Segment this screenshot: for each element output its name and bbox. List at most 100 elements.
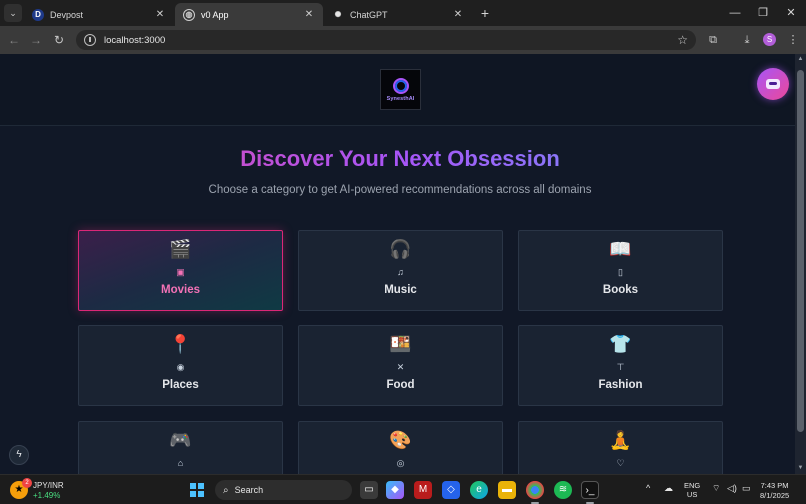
heart-icon: ♡ bbox=[616, 458, 625, 468]
page-viewport: SynesthAI Discover Your Next Obsession C… bbox=[0, 54, 795, 474]
scrollbar-thumb[interactable] bbox=[797, 70, 804, 432]
category-card-movies[interactable]: 🎬 ▣ Movies bbox=[78, 230, 283, 311]
tab-bar: ⌄ D Devpost ✕ ◍ v0 App ✕ ✺ ChatGPT ✕ + —… bbox=[0, 0, 806, 26]
category-label: Music bbox=[384, 284, 417, 296]
scroll-down-arrow-icon[interactable]: ▼ bbox=[797, 465, 804, 471]
category-label: Food bbox=[386, 379, 415, 391]
site-header: SynesthAI bbox=[0, 54, 795, 126]
close-window-button[interactable]: ✕ bbox=[776, 3, 806, 23]
copilot-icon[interactable]: ◆ bbox=[386, 481, 404, 499]
site-logo[interactable]: SynesthAI bbox=[380, 69, 421, 110]
gamepad-icon: ⌂ bbox=[177, 458, 184, 468]
tab-title: Devpost bbox=[50, 9, 84, 20]
robot-icon bbox=[766, 79, 780, 89]
category-card-music[interactable]: 🎧 ♫ Music bbox=[298, 230, 503, 311]
notification-badge: 2 bbox=[22, 478, 32, 488]
shirt-icon: ⊤ bbox=[616, 362, 625, 372]
category-card-games[interactable]: 🎮 ⌂ bbox=[78, 421, 283, 474]
devpost-favicon-icon: D bbox=[32, 8, 44, 21]
file-explorer-icon[interactable]: ▬ bbox=[498, 481, 516, 499]
category-label: Places bbox=[162, 379, 199, 391]
tab-search-button[interactable]: ⌄ bbox=[4, 4, 22, 22]
region-code: US bbox=[686, 490, 698, 499]
film-icon: ▣ bbox=[176, 267, 185, 277]
scroll-up-arrow-icon[interactable]: ▲ bbox=[797, 56, 804, 62]
category-card-wellness[interactable]: 🧘 ♡ bbox=[518, 421, 723, 474]
start-button[interactable] bbox=[190, 483, 204, 497]
volume-icon[interactable]: ◁) bbox=[727, 483, 737, 494]
system-clock[interactable]: 7:43 PM 8/1/2025 bbox=[760, 481, 789, 501]
menu-kebab-icon[interactable]: ⋮ bbox=[784, 31, 802, 49]
download-icon[interactable]: ⤓ bbox=[738, 31, 756, 49]
ticker-name[interactable]: JPY/INR bbox=[33, 481, 64, 490]
close-tab-icon[interactable]: ✕ bbox=[303, 9, 315, 20]
book-icon: ▯ bbox=[618, 267, 623, 277]
terminal-icon[interactable]: ›_ bbox=[581, 481, 599, 499]
bookmark-star-icon[interactable]: ☆ bbox=[677, 33, 688, 47]
lightning-bolt-icon[interactable]: ϟ bbox=[9, 445, 29, 465]
category-card-art[interactable]: 🎨 ◎ bbox=[298, 421, 503, 474]
ai-assistant-button[interactable] bbox=[757, 68, 789, 100]
battery-icon[interactable]: ▭ bbox=[742, 483, 751, 494]
input-language[interactable]: ENG US bbox=[684, 481, 700, 499]
profile-avatar[interactable]: S bbox=[763, 33, 776, 46]
wifi-icon[interactable]: ⌔ bbox=[712, 483, 720, 494]
onedrive-cloud-icon[interactable]: ☁ bbox=[664, 483, 673, 494]
tab-chatgpt[interactable]: ✺ ChatGPT ✕ bbox=[324, 3, 472, 26]
show-hidden-icons-chevron-icon[interactable]: ^ bbox=[646, 483, 650, 493]
category-card-books[interactable]: 📖 ▯ Books bbox=[518, 230, 723, 311]
taskbar-search[interactable]: ⌕ Search bbox=[215, 480, 352, 500]
search-icon: ⌕ bbox=[223, 484, 229, 496]
new-tab-button[interactable]: + bbox=[477, 5, 493, 21]
music-note-icon: ♫ bbox=[397, 267, 404, 277]
restore-button[interactable]: ❐ bbox=[748, 3, 778, 23]
minimize-button[interactable]: — bbox=[720, 3, 750, 23]
browser-toolbar: ← → ↻ localhost:3000 ☆ ⧉ ⤓ ⋮ bbox=[0, 26, 806, 54]
brain-logo-icon bbox=[392, 77, 409, 94]
category-card-places[interactable]: 📍 ◉ Places bbox=[78, 325, 283, 406]
tab-v0-app[interactable]: ◍ v0 App ✕ bbox=[175, 3, 323, 26]
headphones-icon: 🎧 bbox=[389, 239, 412, 259]
url-text: localhost:3000 bbox=[104, 34, 166, 46]
food-icon: 🍱 bbox=[389, 334, 412, 354]
utensils-icon: ✕ bbox=[396, 362, 405, 372]
back-button[interactable]: ← bbox=[5, 31, 23, 49]
address-bar[interactable]: localhost:3000 ☆ bbox=[76, 30, 696, 50]
category-card-food[interactable]: 🍱 ✕ Food bbox=[298, 325, 503, 406]
chrome-icon[interactable] bbox=[526, 481, 544, 499]
clapperboard-icon: 🎬 bbox=[169, 239, 192, 259]
extensions-icon[interactable]: ⧉ bbox=[704, 31, 722, 49]
page-title: Discover Your Next Obsession bbox=[0, 146, 795, 172]
windows-taskbar: ★ 2 JPY/INR +1.49% ⌕ Search ▭ ◆ M ◇ e ▬ … bbox=[0, 474, 806, 504]
reload-button[interactable]: ↻ bbox=[50, 31, 68, 49]
meditation-icon: 🧘 bbox=[609, 430, 632, 450]
edge-icon[interactable]: e bbox=[470, 481, 488, 499]
clock-time: 7:43 PM bbox=[760, 481, 789, 490]
video-game-icon: 🎮 bbox=[169, 430, 192, 450]
globe-icon: ◍ bbox=[183, 8, 195, 21]
t-shirt-icon: 👕 bbox=[609, 334, 632, 354]
open-book-icon: 📖 bbox=[609, 239, 632, 259]
category-card-fashion[interactable]: 👕 ⊤ Fashion bbox=[518, 325, 723, 406]
close-tab-icon[interactable]: ✕ bbox=[452, 9, 464, 20]
task-view-icon[interactable]: ▭ bbox=[360, 481, 378, 499]
close-tab-icon[interactable]: ✕ bbox=[154, 9, 166, 20]
pushpin-icon: 📍 bbox=[169, 334, 192, 354]
clock-date: 8/1/2025 bbox=[760, 491, 790, 500]
spotify-icon[interactable]: ≋ bbox=[554, 481, 572, 499]
forward-button[interactable]: → bbox=[27, 31, 45, 49]
site-info-icon[interactable] bbox=[84, 34, 96, 46]
map-pin-icon: ◉ bbox=[176, 362, 185, 372]
ticker-change: +1.49% bbox=[33, 491, 61, 500]
category-label: Movies bbox=[161, 284, 200, 296]
palette-icon: ◎ bbox=[396, 458, 405, 468]
search-label: Search bbox=[234, 485, 264, 495]
mcafee-icon[interactable]: M bbox=[414, 481, 432, 499]
dropbox-icon[interactable]: ◇ bbox=[442, 481, 460, 499]
page-subtitle: Choose a category to get AI-powered reco… bbox=[208, 184, 592, 196]
category-label: Fashion bbox=[598, 379, 643, 391]
tab-title: v0 App bbox=[201, 9, 229, 20]
tab-devpost[interactable]: D Devpost ✕ bbox=[24, 3, 174, 26]
tab-title: ChatGPT bbox=[350, 9, 388, 20]
logo-text: SynesthAI bbox=[386, 95, 415, 102]
